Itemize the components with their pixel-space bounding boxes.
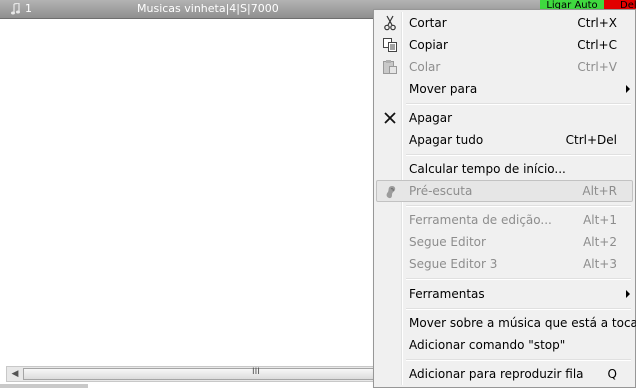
menu-item-label: Colar: [409, 60, 441, 74]
status-bar-fragment: [0, 384, 88, 388]
menu-item-shortcut: Alt+3: [583, 257, 617, 271]
submenu-arrow-icon: [626, 290, 630, 298]
menu-item-label: Mover sobre a música que está a tocar: [409, 316, 636, 330]
scroll-grip: III: [252, 367, 260, 377]
menu-item-shortcut: Ctrl+C: [577, 38, 617, 52]
x-icon: [384, 112, 396, 124]
menu-separator: [406, 359, 631, 361]
menu-item-label: Segue Editor: [409, 235, 486, 249]
menu-item-label: Ferramenta de edição...: [409, 213, 552, 227]
scroll-thumb[interactable]: III: [23, 367, 375, 380]
scissors-icon: [384, 15, 396, 31]
menu-item-label: Apagar: [409, 111, 453, 125]
menu-item-label: Adicionar comando "stop": [409, 338, 566, 352]
menu-item-move-over-playing[interactable]: Mover sobre a música que está a tocar: [376, 312, 636, 334]
row-index: 1: [25, 2, 32, 15]
menu-item-shortcut: Alt+1: [583, 213, 617, 227]
menu-item-delete[interactable]: Apagar: [376, 107, 633, 129]
menu-separator: [406, 103, 631, 105]
menu-item-label: Adicionar para reproduzir fila: [409, 367, 584, 381]
menu-separator: [406, 205, 631, 207]
menu-item-follow-editor-3[interactable]: Segue Editor 3 Alt+3: [376, 253, 633, 275]
menu-item-cut[interactable]: Cortar Ctrl+X: [376, 12, 633, 34]
horizontal-scrollbar[interactable]: ◀ III: [6, 366, 378, 382]
menu-separator: [406, 154, 631, 156]
submenu-arrow-icon: [626, 85, 630, 93]
scroll-left-arrow-icon[interactable]: ◀: [7, 367, 23, 381]
menu-item-shortcut: Ctrl+V: [577, 60, 617, 74]
menu-item-calc-start[interactable]: Calcular tempo de início...: [376, 158, 633, 180]
menu-item-shortcut: Alt+2: [583, 235, 617, 249]
menu-item-shortcut: Alt+R: [582, 184, 617, 198]
menu-item-label: Mover para: [409, 82, 478, 96]
menu-item-label: Copiar: [409, 38, 448, 52]
music-note-icon: [11, 3, 20, 15]
menu-separator: [406, 278, 631, 280]
menu-item-shortcut: Q: [607, 367, 617, 381]
menu-item-paste[interactable]: Colar Ctrl+V: [376, 56, 633, 78]
context-menu: Cortar Ctrl+X Copiar Ctrl+C Colar Ctrl+V…: [373, 9, 636, 388]
clipboard-icon: [383, 60, 397, 74]
menu-item-add-stop[interactable]: Adicionar comando "stop": [376, 334, 633, 356]
menu-item-label: Ferramentas: [409, 287, 485, 301]
menu-item-shortcut: Ctrl+X: [577, 16, 617, 30]
menu-item-shortcut: Ctrl+Del: [565, 133, 617, 147]
menu-item-label: Apagar tudo: [409, 133, 484, 147]
menu-item-tools[interactable]: Ferramentas: [376, 283, 633, 305]
ear-icon: [386, 185, 396, 199]
menu-item-follow-editor[interactable]: Segue Editor Alt+2: [376, 231, 633, 253]
menu-separator: [406, 308, 631, 310]
menu-item-label: Segue Editor 3: [409, 257, 498, 271]
copy-icon: [383, 38, 397, 52]
menu-item-label: Cortar: [409, 16, 447, 30]
menu-item-copy[interactable]: Copiar Ctrl+C: [376, 34, 633, 56]
menu-item-delete-all[interactable]: Apagar tudo Ctrl+Del: [376, 129, 633, 151]
menu-item-label: Pré-escuta: [409, 184, 473, 198]
row-title: Musicas vinheta|4|S|7000: [137, 2, 279, 15]
menu-item-move-to[interactable]: Mover para: [376, 78, 633, 100]
menu-item-label: Calcular tempo de início...: [409, 162, 566, 176]
menu-item-prelisten[interactable]: Pré-escuta Alt+R: [376, 180, 633, 202]
menu-item-edit-tool[interactable]: Ferramenta de edição... Alt+1: [376, 209, 633, 231]
menu-item-add-queue[interactable]: Adicionar para reproduzir fila Q: [376, 363, 633, 385]
